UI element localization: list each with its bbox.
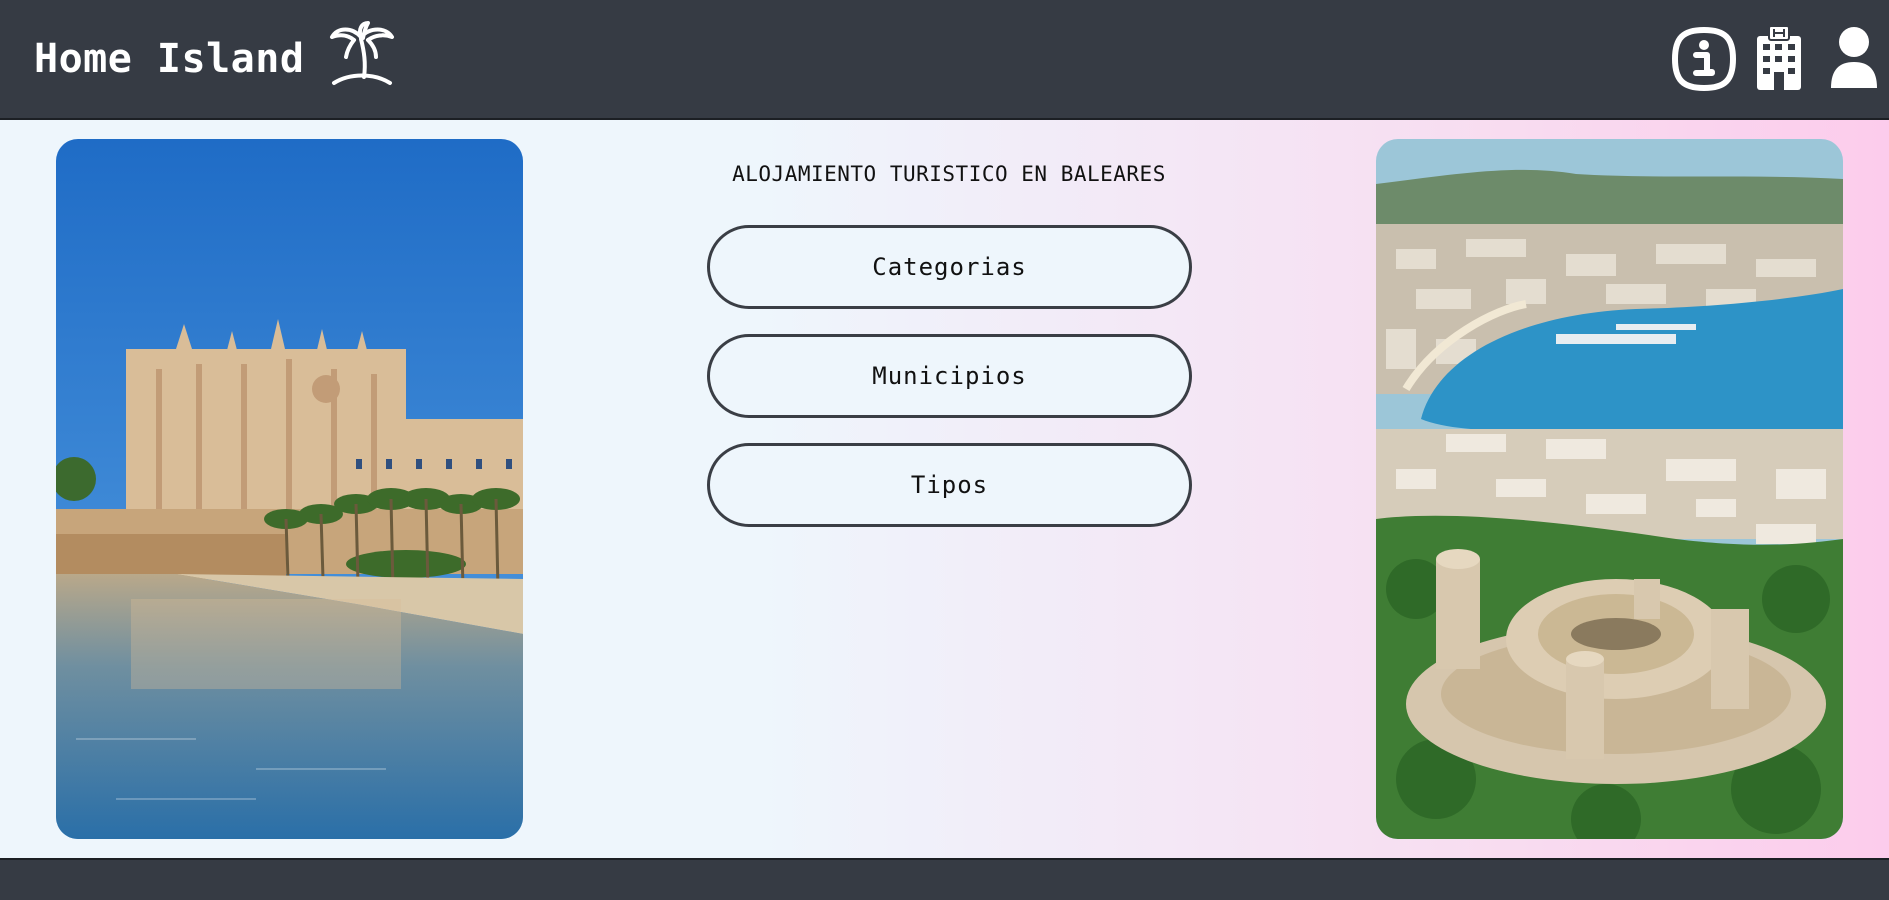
palm-tree-icon [328, 21, 396, 91]
info-icon[interactable] [1671, 26, 1737, 96]
tipos-button[interactable]: Tipos [707, 443, 1192, 527]
top-navbar: Home Island [0, 0, 1889, 120]
brand[interactable]: Home Island [34, 21, 396, 91]
palma-cathedral-photo [56, 139, 523, 839]
site-title: Home Island [34, 36, 305, 82]
hotel-building-icon[interactable] [1755, 25, 1803, 94]
categorias-button[interactable]: Categorias [707, 225, 1192, 309]
bellver-castle-photo [1376, 139, 1843, 839]
main-content: ALOJAMIENTO TURISTICO EN BALEARES Catego… [0, 120, 1889, 858]
footer-bar [0, 858, 1889, 900]
page-subtitle: ALOJAMIENTO TURISTICO EN BALEARES [732, 162, 1166, 186]
user-icon[interactable] [1829, 26, 1879, 94]
municipios-button[interactable]: Municipios [707, 334, 1192, 418]
